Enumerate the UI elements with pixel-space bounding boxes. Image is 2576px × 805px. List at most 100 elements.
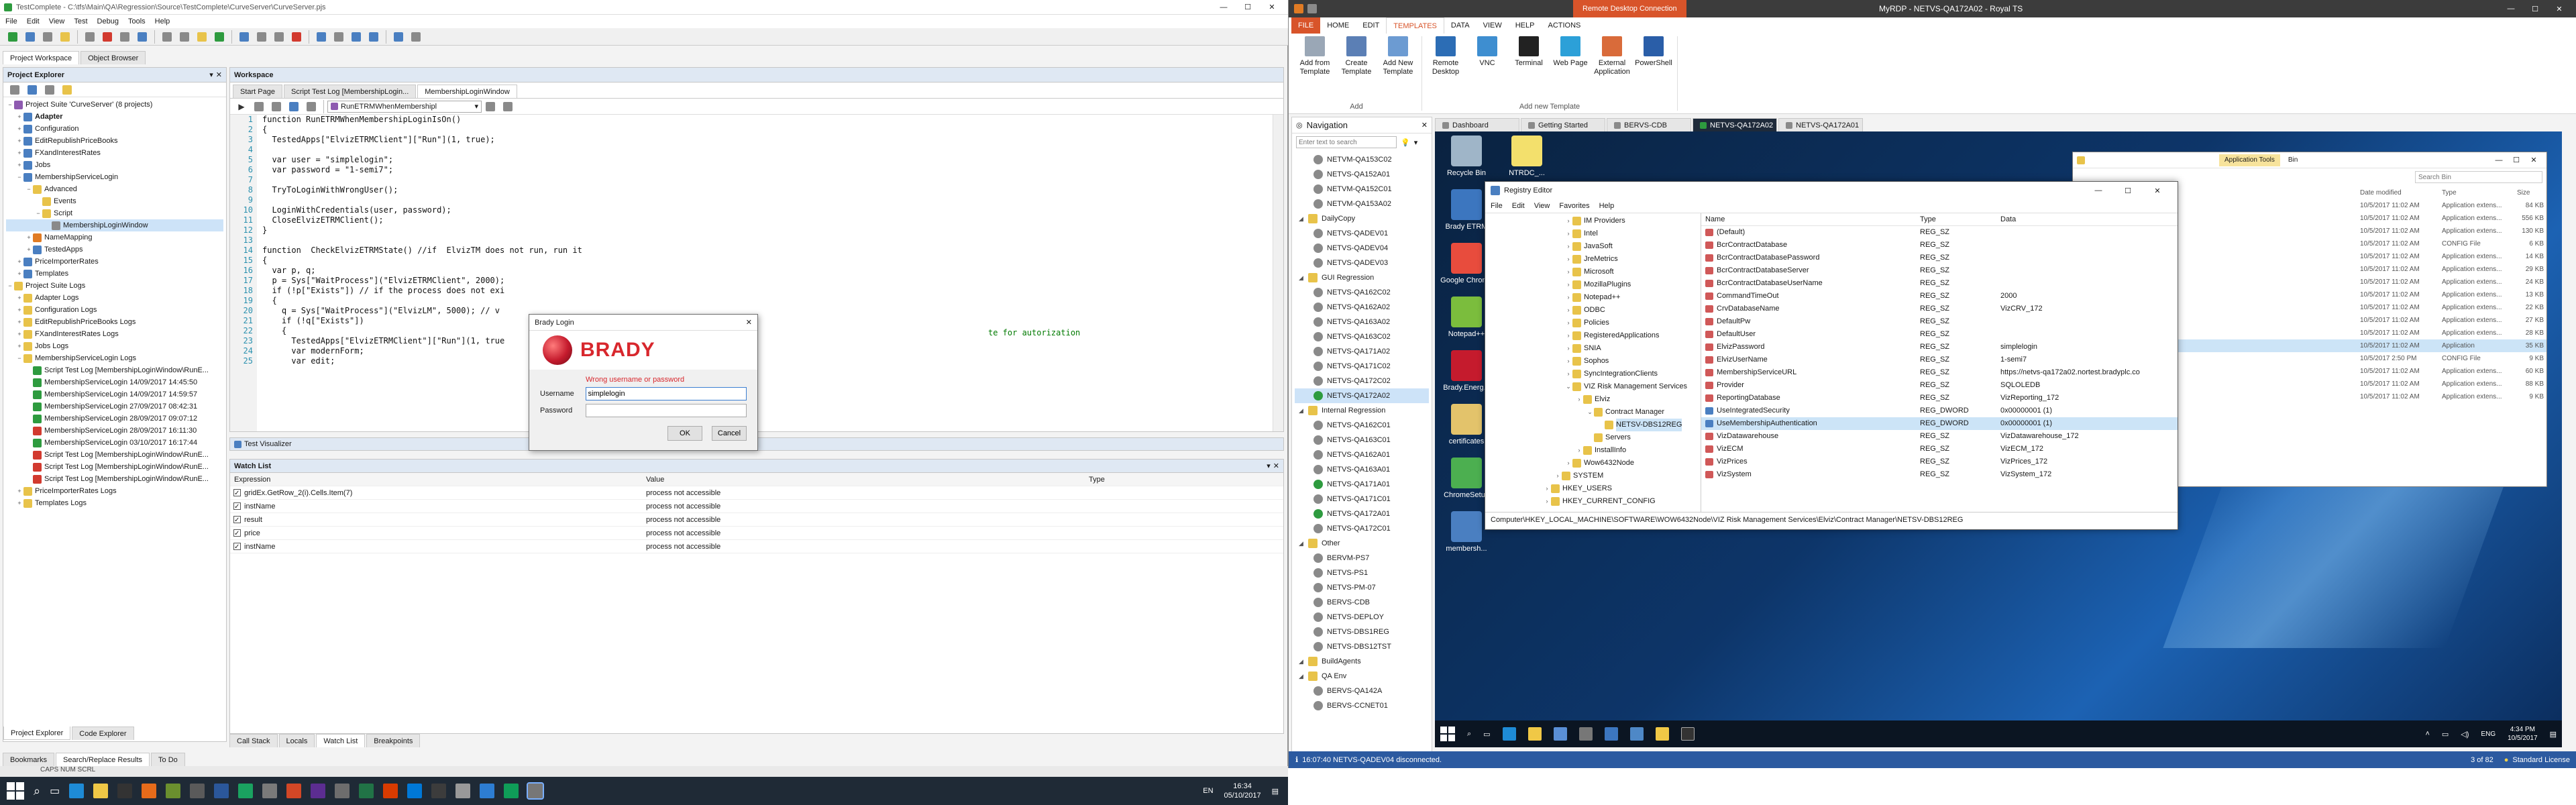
registry-value-row[interactable]: UseMembershipAuthentication REG_DWORD 0x00… [1701, 417, 2178, 430]
search-icon[interactable]: ⌕ [1467, 730, 1471, 739]
column-header-value[interactable]: Value [646, 473, 1089, 486]
registry-value-row[interactable]: ReportingDatabase REG_SZ VizReporting_172 [1701, 392, 2178, 405]
regedit-address-bar[interactable]: Computer\HKEY_LOCAL_MACHINE\SOFTWARE\WOW… [1485, 512, 2178, 527]
taskbar-app-icon[interactable] [69, 784, 85, 798]
tree-node[interactable]: − Advanced [6, 183, 223, 195]
expand-toggle-icon[interactable]: + [15, 111, 23, 123]
tab-membership-login-window[interactable]: MembershipLoginWindow [417, 85, 517, 98]
registry-value-row[interactable]: ElvizPassword REG_SZ simplelogin [1701, 341, 2178, 354]
undo-icon[interactable] [1307, 4, 1317, 13]
minimize-icon[interactable]: — [2490, 156, 2508, 164]
taskbar-app-icon[interactable] [311, 784, 326, 798]
column-header-type[interactable]: Type [1089, 473, 1105, 486]
regedit-taskbar-icon[interactable] [1629, 727, 1644, 741]
toolbar-button[interactable] [237, 30, 252, 44]
tab-code-explorer[interactable]: Code Explorer [72, 727, 134, 740]
expand-toggle-icon[interactable]: − [15, 171, 23, 183]
registry-key[interactable]: Servers [1485, 431, 1701, 444]
column-header-data[interactable]: Data [2000, 213, 2161, 225]
toolbar-button[interactable] [212, 30, 227, 44]
column-header-name[interactable]: Name [1705, 213, 1920, 225]
tool-button[interactable] [483, 99, 498, 114]
menu-item-debug[interactable]: Debug [97, 17, 119, 25]
taskbar-app-icon[interactable] [455, 784, 471, 798]
tree-node[interactable]: + PriceImporterRates Logs [6, 485, 223, 497]
taskbar-app-icon[interactable] [286, 784, 302, 798]
expand-toggle-icon[interactable]: ◢ [1299, 669, 1308, 684]
close-icon[interactable]: ✕ [2547, 5, 2571, 13]
remote-lang[interactable]: ENG [2481, 731, 2496, 738]
expand-toggle-icon[interactable]: − [25, 183, 33, 195]
tool-button[interactable] [500, 99, 515, 114]
nav-item[interactable]: NETVS-QA172C01 [1295, 521, 1429, 536]
tree-node[interactable]: MembershipServiceLogin 14/09/2017 14:59:… [6, 388, 223, 400]
tree-node[interactable]: + EditRepublishPriceBooks Logs [6, 316, 223, 328]
nav-item[interactable]: NETVS-DBS12TST [1295, 639, 1429, 654]
expand-toggle-icon[interactable]: ◢ [1299, 211, 1308, 226]
expand-toggle-icon[interactable]: ◢ [1299, 536, 1308, 551]
expand-toggle-icon[interactable]: › [1564, 457, 1572, 470]
nav-item[interactable]: NETVS-QADEV03 [1295, 256, 1429, 270]
ribbon-button[interactable]: VNC [1468, 36, 1507, 68]
registry-key[interactable]: ⌄ VIZ Risk Management Services [1485, 380, 1701, 393]
registry-value-row[interactable]: VizPrices REG_SZ VizPrices_172 [1701, 455, 2178, 468]
toolbar-button[interactable] [58, 30, 72, 44]
tab-watch-list[interactable]: Watch List [316, 734, 366, 747]
expand-toggle-icon[interactable]: + [15, 340, 23, 352]
tab-project-explorer[interactable]: Project Explorer [3, 727, 71, 740]
menu-item-file[interactable]: File [5, 17, 17, 25]
terminal-icon[interactable] [1680, 727, 1695, 741]
expand-toggle-icon[interactable]: › [1564, 266, 1572, 278]
registry-value-row[interactable]: (Default) REG_SZ [1701, 226, 2178, 239]
taskbar-app-icon[interactable] [527, 782, 545, 800]
windows-start-icon[interactable] [1440, 727, 1455, 741]
expand-toggle-icon[interactable]: − [15, 352, 23, 364]
toolbar-button[interactable] [100, 30, 115, 44]
tree-node[interactable]: MembershipServiceLogin 27/09/2017 08:42:… [6, 400, 223, 413]
taskbar-app-icon[interactable] [335, 784, 350, 798]
expand-toggle-icon[interactable]: + [15, 316, 23, 328]
expand-toggle-icon[interactable]: + [15, 159, 23, 171]
ribbon-button[interactable]: Add New Template [1379, 36, 1417, 76]
nav-item[interactable]: NETVS-QA152A01 [1295, 167, 1429, 182]
column-header-date[interactable]: Date modified [2360, 189, 2442, 197]
maximize-icon[interactable]: ☐ [1236, 3, 1260, 11]
tree-node[interactable]: Script Test Log [MembershipLoginWindow\R… [6, 461, 223, 473]
nav-item[interactable]: NETVS-QA162C02 [1295, 285, 1429, 300]
close-icon[interactable]: ✕ [2143, 186, 2172, 195]
nav-item[interactable]: NETVS-DBS1REG [1295, 625, 1429, 639]
routine-select[interactable]: RunETRMWhenMembershipl ▾ [327, 100, 482, 113]
username-field[interactable] [585, 387, 747, 400]
tree-node[interactable]: Script Test Log [MembershipLoginWindow\R… [6, 364, 223, 376]
tree-node[interactable]: + PriceImporterRates [6, 256, 223, 268]
tree-node[interactable]: + FXandInterestRates [6, 147, 223, 159]
expand-toggle-icon[interactable]: › [1564, 317, 1572, 329]
tree-node[interactable]: + Templates [6, 268, 223, 280]
pane-close-icon[interactable]: ✕ [216, 70, 222, 79]
expand-toggle-icon[interactable]: + [15, 147, 23, 159]
expand-toggle-icon[interactable]: + [15, 292, 23, 304]
ribbon-tab-actions[interactable]: ACTIONS [1541, 17, 1587, 34]
registry-value-row[interactable]: UseIntegratedSecurity REG_DWORD 0x00000001… [1701, 405, 2178, 417]
expand-toggle-icon[interactable]: ◢ [1299, 654, 1308, 669]
toolbar-button[interactable] [331, 30, 346, 44]
tree-node[interactable]: Script Test Log [MembershipLoginWindow\R… [6, 473, 223, 485]
tree-node[interactable]: − Script [6, 207, 223, 219]
menu-item-edit[interactable]: Edit [27, 17, 40, 25]
registry-value-row[interactable]: BcrContractDatabaseServer REG_SZ [1701, 264, 2178, 277]
nav-item[interactable]: ◢ BuildAgents [1295, 654, 1429, 669]
expand-toggle-icon[interactable]: › [1564, 278, 1572, 291]
nav-item[interactable]: ◢ Other [1295, 536, 1429, 551]
expand-toggle-icon[interactable]: › [1564, 240, 1572, 253]
explorer-search-input[interactable] [2415, 171, 2542, 183]
task-view-icon[interactable]: ▭ [1483, 730, 1490, 739]
registry-value-row[interactable]: DefaultPw REG_SZ [1701, 315, 2178, 328]
menu-item-view[interactable]: View [49, 17, 65, 25]
registry-key[interactable]: › JavaSoft [1485, 240, 1701, 253]
tool-button[interactable] [60, 83, 74, 97]
tree-node[interactable]: Script Test Log [MembershipLoginWindow\R… [6, 449, 223, 461]
expand-toggle-icon[interactable]: › [1575, 444, 1583, 457]
taskbar-app-icon[interactable] [431, 784, 447, 798]
expand-toggle-icon[interactable]: ⌄ [1586, 406, 1594, 419]
expand-toggle-icon[interactable]: − [6, 280, 14, 292]
